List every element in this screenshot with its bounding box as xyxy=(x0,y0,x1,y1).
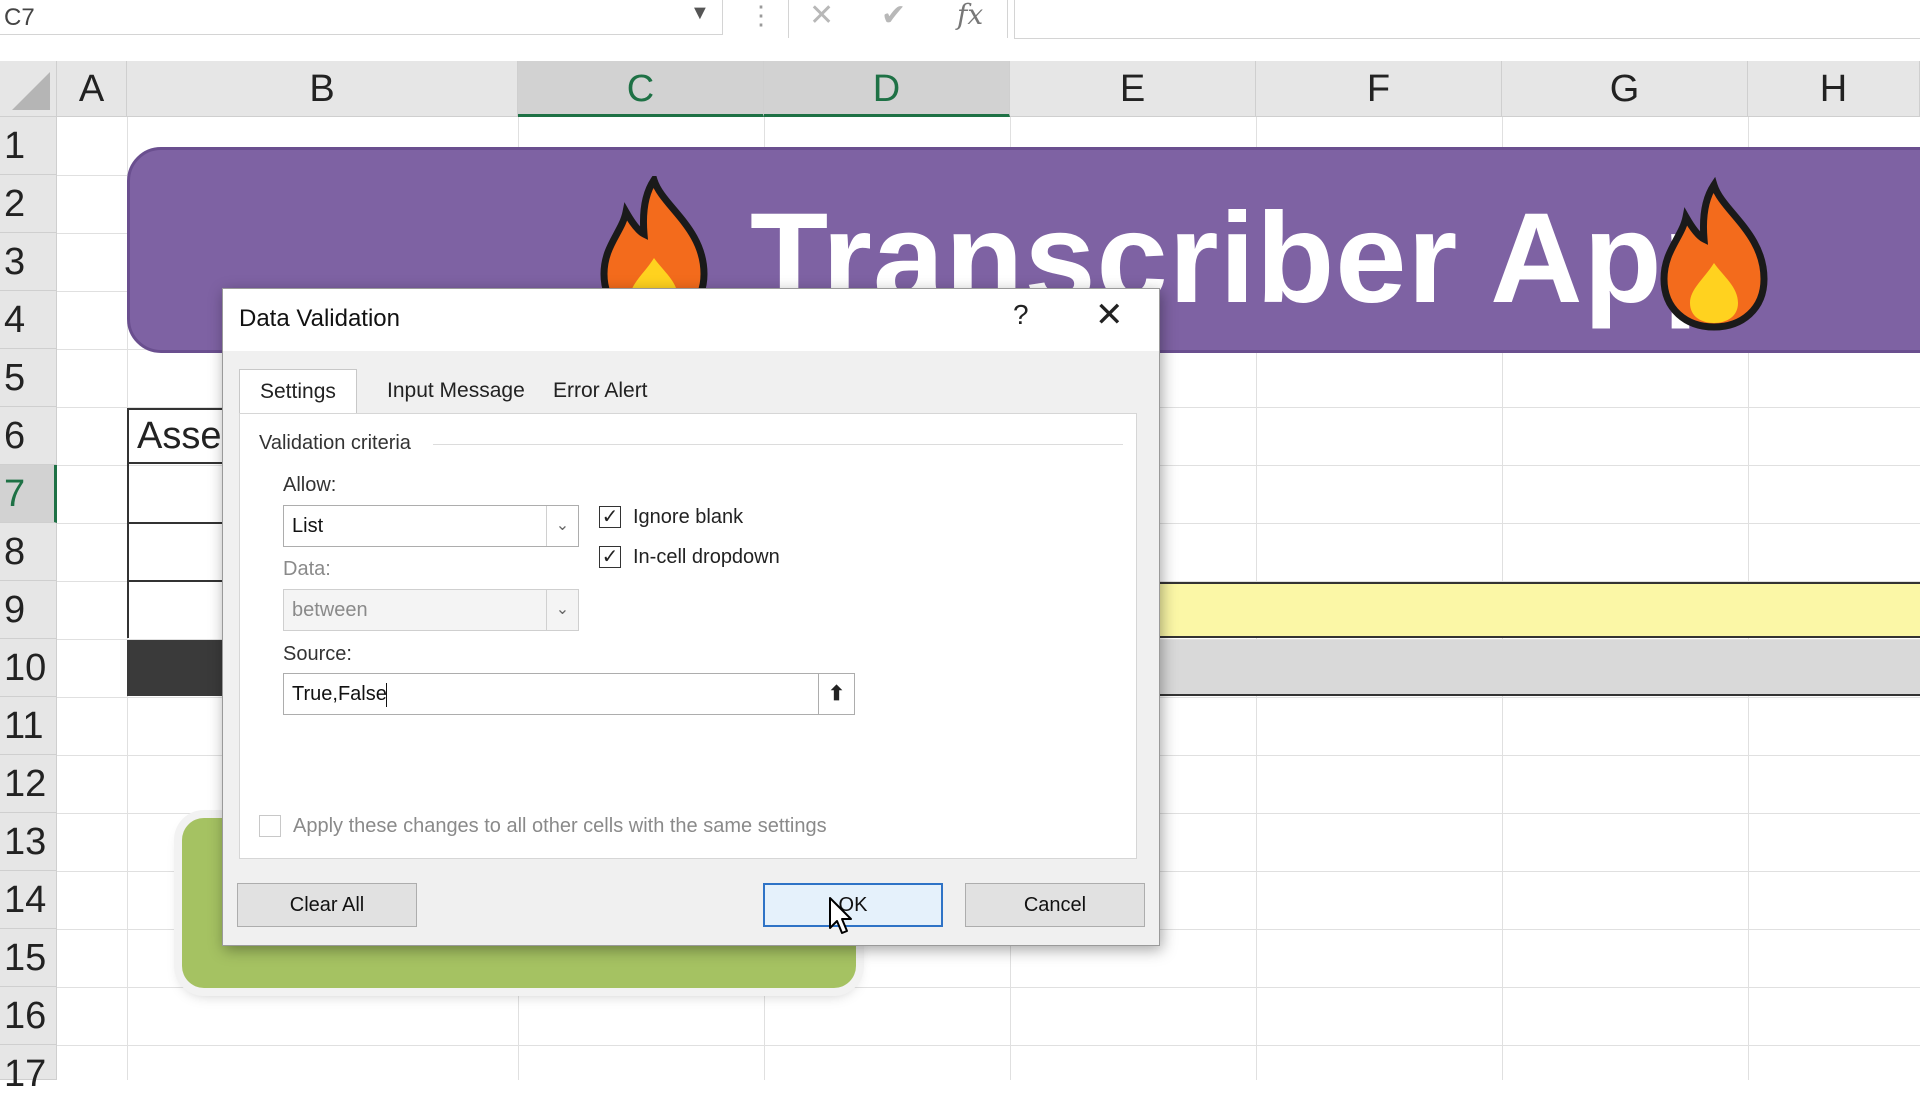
row-header-3[interactable]: 3 xyxy=(0,233,57,291)
chevron-down-icon[interactable]: ⌄ xyxy=(546,506,578,546)
row-header-1[interactable]: 1 xyxy=(0,117,57,175)
row-header-5[interactable]: 5 xyxy=(0,349,57,407)
column-header-g[interactable]: G xyxy=(1502,61,1748,117)
formula-input[interactable] xyxy=(1014,0,1920,39)
data-label: Data: xyxy=(283,558,331,580)
data-validation-dialog: Data Validation ? ✕ Settings Input Messa… xyxy=(222,288,1160,946)
allow-select[interactable]: List ⌄ xyxy=(283,505,579,547)
row-header-4[interactable]: 4 xyxy=(0,291,57,349)
column-header-c[interactable]: C xyxy=(518,61,764,117)
gray-row xyxy=(1160,640,1920,696)
row-header-6[interactable]: 6 xyxy=(0,407,57,465)
cell-b6[interactable]: Asse xyxy=(127,408,223,464)
data-value: between xyxy=(292,599,368,621)
fire-icon xyxy=(1660,176,1768,331)
formula-buttons: ✕ ✔ fx xyxy=(788,0,1008,38)
row-header-13[interactable]: 13 xyxy=(0,813,57,871)
text-caret xyxy=(386,683,387,707)
clear-all-button[interactable]: Clear All xyxy=(237,883,417,927)
row-header-7[interactable]: 7 xyxy=(0,465,57,523)
settings-panel xyxy=(239,413,1137,859)
corner-triangle-icon xyxy=(12,72,50,110)
name-box[interactable]: C7 ▼ xyxy=(0,0,723,35)
column-header-a[interactable]: A xyxy=(57,61,127,117)
row-header-12[interactable]: 12 xyxy=(0,755,57,813)
column-header-e[interactable]: E xyxy=(1010,61,1256,117)
tab-input-message[interactable]: Input Message xyxy=(367,369,545,413)
in-cell-dropdown-checkbox[interactable]: ✓ xyxy=(599,546,621,568)
source-value: True,False xyxy=(292,683,387,705)
drag-handle-icon[interactable]: ⋮ xyxy=(748,0,774,31)
column-header-h[interactable]: H xyxy=(1748,61,1920,117)
chevron-down-icon[interactable]: ▼ xyxy=(690,2,710,25)
source-label: Source: xyxy=(283,643,352,665)
apply-all-checkbox[interactable] xyxy=(259,815,281,837)
name-box-value: C7 xyxy=(4,4,35,31)
row-header-2[interactable]: 2 xyxy=(0,175,57,233)
column-header-d[interactable]: D xyxy=(764,61,1010,117)
column-header-b[interactable]: B xyxy=(127,61,518,117)
select-all-corner[interactable] xyxy=(0,61,57,117)
dark-table-row xyxy=(127,640,223,696)
highlighted-row xyxy=(1160,582,1920,638)
column-header-f[interactable]: F xyxy=(1256,61,1502,117)
allow-label: Allow: xyxy=(283,474,337,496)
row-header-15[interactable]: 15 xyxy=(0,929,57,987)
tab-error-alert[interactable]: Error Alert xyxy=(533,369,668,413)
apply-all-label[interactable]: Apply these changes to all other cells w… xyxy=(293,815,827,838)
table-divider xyxy=(127,522,223,524)
formula-bar: C7 ▼ ⋮ ✕ ✔ fx xyxy=(0,0,1920,40)
collapse-range-icon[interactable]: ⬆ xyxy=(818,674,854,714)
ignore-blank-label[interactable]: Ignore blank xyxy=(633,506,743,529)
data-select[interactable]: between ⌄ xyxy=(283,589,579,631)
gridline xyxy=(57,1045,1920,1046)
mouse-pointer-icon xyxy=(829,897,852,934)
group-divider xyxy=(433,444,1123,445)
dialog-titlebar[interactable]: Data Validation ? ✕ xyxy=(223,289,1159,351)
help-button[interactable]: ? xyxy=(1013,299,1029,331)
row-header-14[interactable]: 14 xyxy=(0,871,57,929)
cancel-x-icon[interactable]: ✕ xyxy=(809,0,834,33)
source-input[interactable]: True,False ⬆ xyxy=(283,673,855,715)
in-cell-dropdown-label[interactable]: In-cell dropdown xyxy=(633,546,780,569)
ignore-blank-checkbox[interactable]: ✓ xyxy=(599,506,621,528)
dialog-title: Data Validation xyxy=(239,305,400,332)
table-left-border xyxy=(127,464,223,638)
row-header-17[interactable]: 17 xyxy=(0,1045,57,1095)
row-header-10[interactable]: 10 xyxy=(0,639,57,697)
row-header-11[interactable]: 11 xyxy=(0,697,57,755)
close-icon[interactable]: ✕ xyxy=(1095,295,1124,335)
table-divider xyxy=(127,580,223,582)
row-header-9[interactable]: 9 xyxy=(0,581,57,639)
insert-function-icon[interactable]: fx xyxy=(957,0,983,31)
validation-criteria-label: Validation criteria xyxy=(259,432,411,454)
row-header-8[interactable]: 8 xyxy=(0,523,57,581)
enter-check-icon[interactable]: ✔ xyxy=(881,0,906,33)
tab-settings[interactable]: Settings xyxy=(239,369,357,416)
cancel-button[interactable]: Cancel xyxy=(965,883,1145,927)
row-header-16[interactable]: 16 xyxy=(0,987,57,1045)
allow-value: List xyxy=(292,515,324,537)
chevron-down-icon[interactable]: ⌄ xyxy=(546,590,578,630)
